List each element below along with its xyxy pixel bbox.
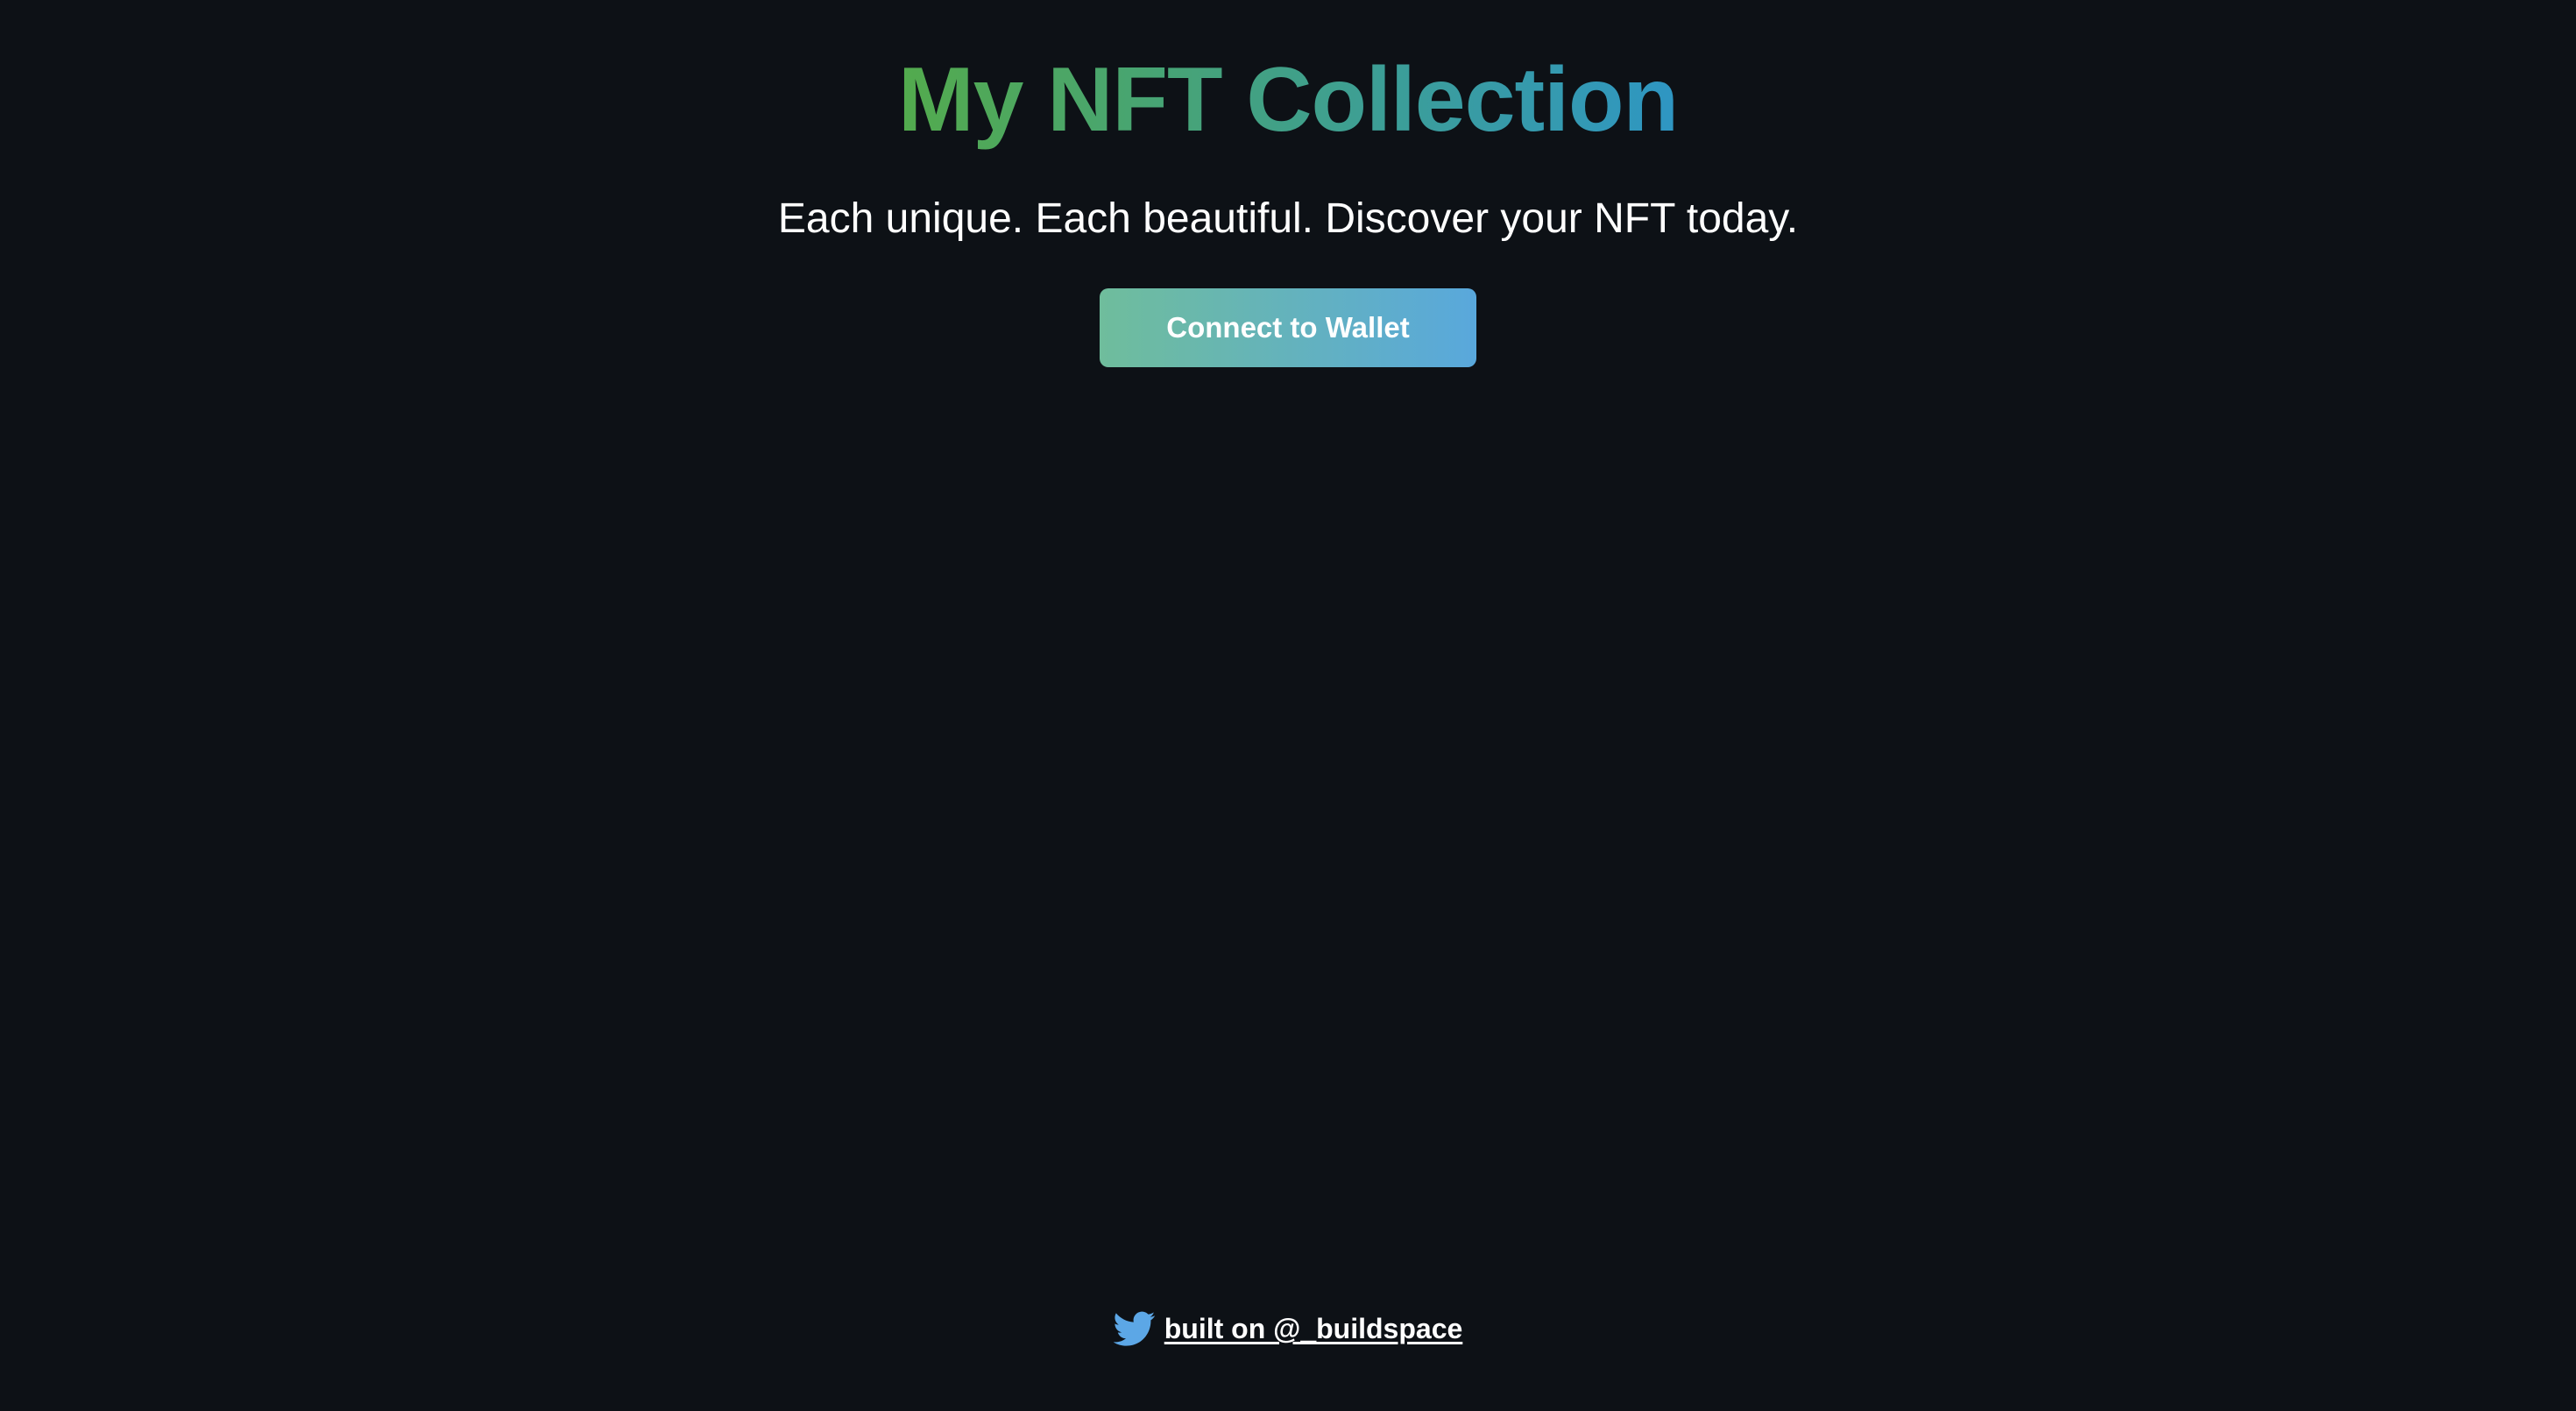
page-title-text: My NFT Collection [897,49,1679,151]
page-title: My NFT Collection [0,39,2576,161]
twitter-icon [1113,1308,1156,1350]
app-container: My NFT Collection Each unique. Each beau… [0,0,2576,1411]
connect-wallet-button[interactable]: Connect to Wallet [1100,288,1476,367]
buildspace-link[interactable]: built on @_buildspace [1164,1304,1463,1353]
page-subtitle: Each unique. Each beautiful. Discover yo… [777,195,1799,242]
footer-container: built on @_buildspace [0,1304,2576,1353]
